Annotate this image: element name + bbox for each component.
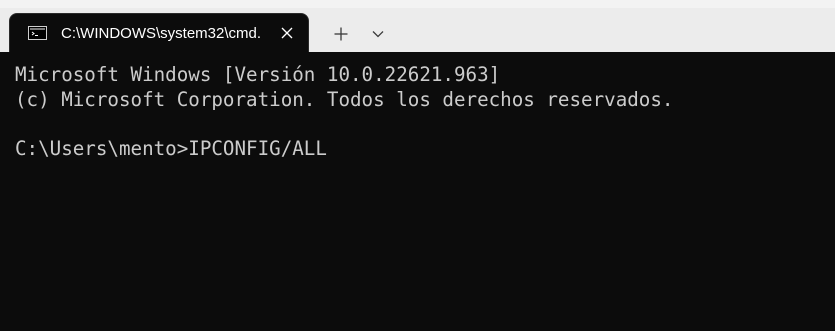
terminal-window: C:\WINDOWS\system32\cmd. Microsoft Windo…: [0, 0, 835, 331]
tab-title: C:\WINDOWS\system32\cmd.: [61, 24, 262, 42]
terminal-output[interactable]: Microsoft Windows [Versión 10.0.22621.96…: [0, 52, 835, 331]
command-prompt-icon: [28, 26, 47, 40]
new-tab-button[interactable]: [325, 22, 357, 46]
plus-icon: [334, 27, 348, 41]
close-tab-button[interactable]: [276, 22, 298, 44]
terminal-line-version: Microsoft Windows [Versión 10.0.22621.96…: [15, 63, 501, 86]
terminal-line-copyright: (c) Microsoft Corporation. Todos los der…: [15, 87, 674, 111]
terminal-line-prompt-command: C:\Users\mento>IPCONFIG/ALL: [15, 136, 327, 160]
title-bar: C:\WINDOWS\system32\cmd.: [0, 8, 835, 52]
close-icon: [281, 27, 293, 39]
tab-cmd[interactable]: C:\WINDOWS\system32\cmd.: [9, 13, 309, 52]
profiles-dropdown-button[interactable]: [364, 22, 392, 46]
chevron-down-icon: [372, 31, 384, 38]
